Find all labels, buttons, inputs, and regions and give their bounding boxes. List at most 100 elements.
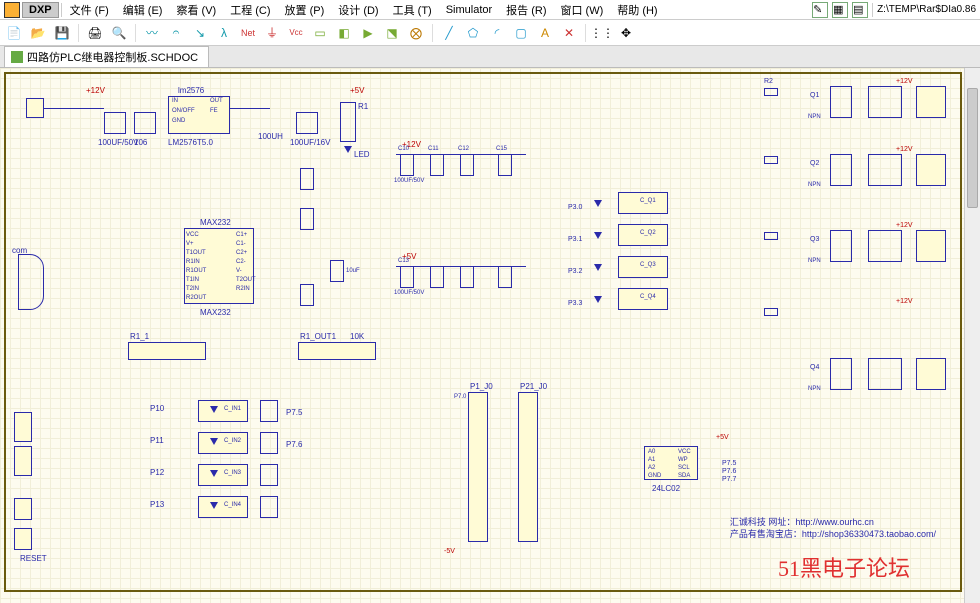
scrollbar-thumb[interactable] [967, 88, 978, 208]
net-label: P7.0 [454, 394, 466, 400]
diode-k4[interactable] [830, 358, 852, 390]
conn-j2[interactable] [14, 446, 32, 476]
rect-button[interactable]: ▢ [511, 23, 531, 43]
menu-window[interactable]: 窗口 (W) [555, 1, 610, 19]
save-button[interactable]: 💾 [52, 23, 72, 43]
res-r1[interactable] [340, 102, 356, 142]
menu-view[interactable]: 察看 (V) [170, 1, 222, 19]
conn-relay-out4[interactable] [916, 358, 946, 390]
cap-c12[interactable] [460, 154, 474, 176]
vertical-scrollbar[interactable] [964, 68, 980, 603]
tab-schematic[interactable]: 四路仿PLC继电器控制板.SCHDOC [4, 46, 209, 67]
busentry-button[interactable]: ↘ [190, 23, 210, 43]
menu-reports[interactable]: 报告 (R) [500, 1, 552, 19]
pin-label: VCC [678, 449, 691, 455]
diode-k1[interactable] [830, 86, 852, 118]
resnet-2[interactable] [298, 342, 376, 360]
cap-c8[interactable] [300, 284, 314, 306]
cap-bank-1[interactable] [104, 112, 126, 134]
sheet-button[interactable]: ◧ [334, 23, 354, 43]
opto-out-sq4[interactable] [260, 496, 278, 518]
res-r8[interactable] [764, 308, 778, 316]
diode-k2[interactable] [830, 154, 852, 186]
menu-project[interactable]: 工程 (C) [224, 1, 276, 19]
hdr-p1[interactable] [468, 392, 488, 542]
relay-k3[interactable] [868, 230, 902, 262]
opto-out-sq1[interactable] [260, 400, 278, 422]
menu-place[interactable]: 放置 (P) [279, 1, 331, 19]
cap-c6[interactable] [300, 208, 314, 230]
menu-design[interactable]: 设计 (D) [332, 1, 384, 19]
text-button[interactable]: A [535, 23, 555, 43]
cap-c14[interactable] [430, 266, 444, 288]
pin-label: R1OUT [186, 268, 206, 274]
port-button[interactable]: ⬔ [382, 23, 402, 43]
cap-c10[interactable] [400, 154, 414, 176]
conn-relay-out2[interactable] [916, 154, 946, 186]
delete-button[interactable]: ✕ [559, 23, 579, 43]
conn-j5[interactable] [14, 528, 32, 550]
power-button[interactable]: ⏚ [262, 23, 282, 43]
conn-relay-out1[interactable] [916, 86, 946, 118]
conn-db9[interactable] [18, 254, 44, 310]
preview-button[interactable]: 🔍 [109, 23, 129, 43]
cap-label: C10 [398, 146, 409, 152]
conn-relay-out3[interactable] [916, 230, 946, 262]
cap-c16[interactable] [460, 266, 474, 288]
cap-c5[interactable] [300, 168, 314, 190]
select-icon[interactable]: ▦ [832, 2, 848, 18]
bus-button[interactable]: 𝄐 [166, 23, 186, 43]
cap-c13[interactable] [400, 266, 414, 288]
net-button[interactable]: Net [238, 23, 258, 43]
relay-k4[interactable] [868, 358, 902, 390]
menu-simulator[interactable]: Simulator [440, 3, 498, 17]
pin-label: C1+ [236, 232, 247, 238]
tran-type: NPN [808, 114, 821, 120]
conn-j1[interactable] [14, 412, 32, 442]
opto-out-sq3[interactable] [260, 464, 278, 486]
arc-button[interactable]: ◜ [487, 23, 507, 43]
relay-k2[interactable] [868, 154, 902, 186]
opto-label: C_IN4 [224, 502, 241, 508]
menu-dxp[interactable]: DXP [22, 2, 59, 18]
vcc-button[interactable]: Vcc [286, 23, 306, 43]
resnet-1[interactable] [128, 342, 206, 360]
res-r2[interactable] [764, 88, 778, 96]
menu-file[interactable]: 文件 (F) [64, 1, 115, 19]
noeric-button[interactable]: ⨂ [406, 23, 426, 43]
menu-edit[interactable]: 编辑 (E) [117, 1, 169, 19]
menu-tools[interactable]: 工具 (T) [387, 1, 438, 19]
pencil-icon[interactable]: ✎ [812, 2, 828, 18]
cap-c15[interactable] [498, 154, 512, 176]
menu-help[interactable]: 帮助 (H) [611, 1, 663, 19]
grid-icon[interactable]: ▤ [852, 2, 868, 18]
part-button[interactable]: ▭ [310, 23, 330, 43]
cap-bank-2[interactable] [134, 112, 156, 134]
opto-out-sq2[interactable] [260, 432, 278, 454]
relay-k1[interactable] [868, 86, 902, 118]
diode-k3[interactable] [830, 230, 852, 262]
conn-j-input[interactable] [26, 98, 44, 118]
sheetentry-button[interactable]: ▶ [358, 23, 378, 43]
credits-block: 汇诚科技 网址：http://www.ourhc.cn 产品有售淘宝店：http… [730, 516, 936, 541]
line-button[interactable]: ╱ [439, 23, 459, 43]
new-button[interactable]: 📄 [4, 23, 24, 43]
cap-c17[interactable] [498, 266, 512, 288]
res-r5[interactable] [764, 156, 778, 164]
wire-button[interactable]: 〰 [142, 23, 162, 43]
polygon-button[interactable]: ⬠ [463, 23, 483, 43]
open-button[interactable]: 📂 [28, 23, 48, 43]
cap-c7[interactable] [330, 260, 344, 282]
cap-out[interactable] [296, 112, 318, 134]
cap-c11[interactable] [430, 154, 444, 176]
array-button[interactable]: ⋮⋮ [592, 23, 612, 43]
ic-max232[interactable] [184, 228, 254, 304]
netlabel-button[interactable]: λ [214, 23, 234, 43]
move-button[interactable]: ✥ [616, 23, 636, 43]
hdr-p21[interactable] [518, 392, 538, 542]
res-r7[interactable] [764, 232, 778, 240]
print-button[interactable]: 🖨 [85, 23, 105, 43]
schematic-canvas[interactable]: +12V 100UF/50V 106 lm2576 IN OUT ON/OFF … [0, 68, 980, 603]
cap-label: C13 [398, 258, 409, 264]
conn-j3[interactable] [14, 498, 32, 520]
